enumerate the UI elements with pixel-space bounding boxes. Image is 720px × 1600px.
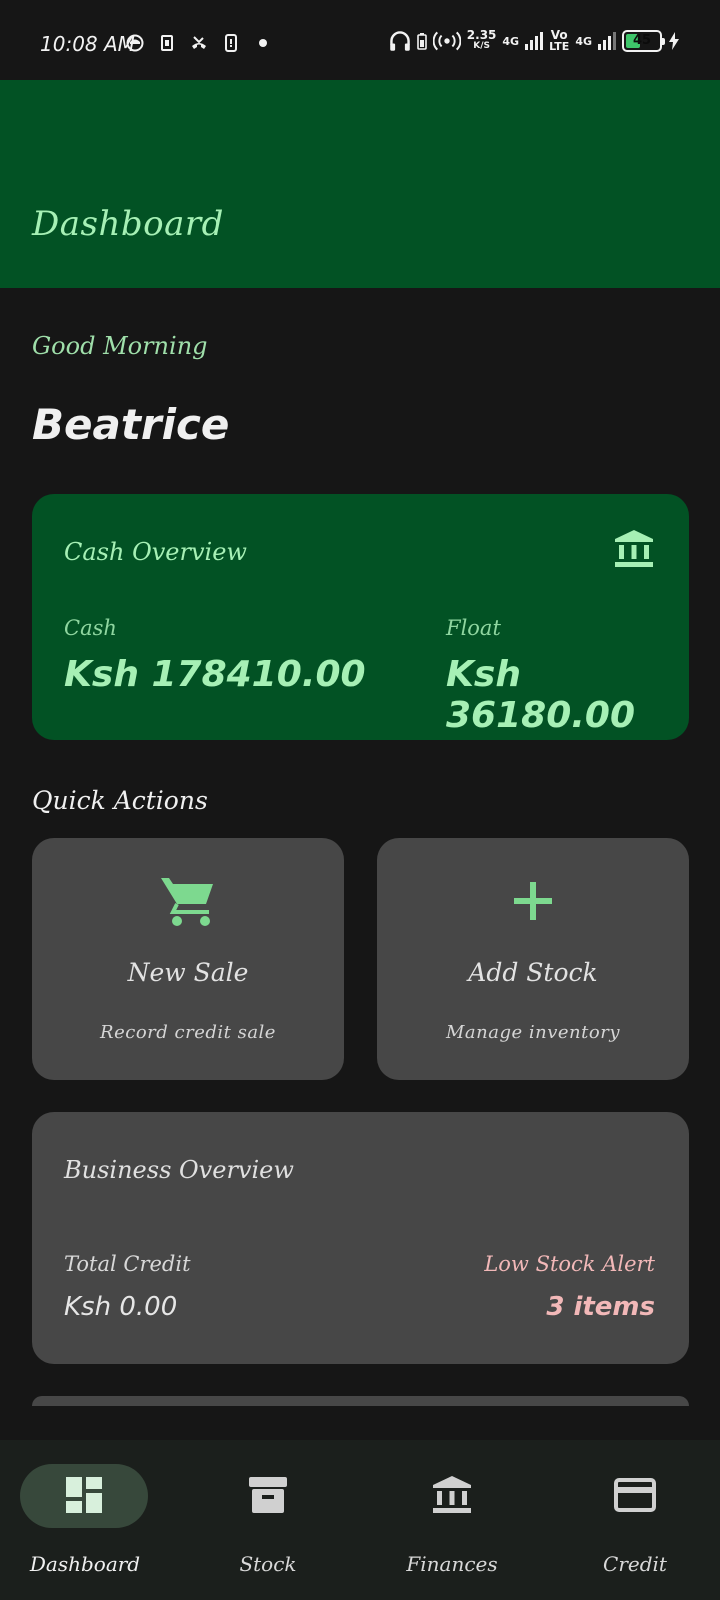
hotspot-icon: [432, 31, 461, 51]
nav-label-stock: Stock: [239, 1552, 297, 1576]
total-credit-value: Ksh 0.00: [64, 1292, 178, 1322]
sim-icon: [161, 35, 173, 51]
nav-label-finances: Finances: [406, 1552, 498, 1576]
cash-label: Cash: [64, 616, 117, 640]
network-speed: 2.35 K/S: [466, 28, 497, 52]
status-time: 10:08 AM: [40, 32, 135, 56]
status-system-icons: 2.35 K/S 4G Vo LTE 4G 45: [389, 28, 680, 53]
nav-item-dashboard[interactable]: Dashboard: [0, 1440, 180, 1600]
cash-overview-card[interactable]: Cash Overview Cash Ksh 178410.00 Float K…: [32, 494, 689, 740]
greeting-text: Good Morning: [32, 332, 208, 360]
low-stock-label: Low Stock Alert: [484, 1252, 655, 1276]
next-card-peek: [32, 1396, 689, 1406]
battery-icon: 45: [622, 30, 665, 52]
battery-level: 45: [632, 33, 652, 48]
headphones-icon: [390, 31, 410, 51]
signal-bars-1-icon: [525, 32, 544, 50]
credit-card-icon: [614, 1478, 656, 1512]
nav-item-credit[interactable]: Credit: [545, 1440, 720, 1600]
nav-item-finances[interactable]: Finances: [362, 1440, 542, 1600]
network-speed-value: 2.35: [466, 28, 497, 42]
business-overview-card[interactable]: Business Overview Total Credit Ksh 0.00 …: [32, 1112, 689, 1364]
phone-alert-icon: [225, 34, 237, 52]
top-app-bar: Dashboard: [0, 80, 720, 288]
nav-label-dashboard: Dashboard: [29, 1552, 141, 1576]
nav-item-stock[interactable]: Stock: [178, 1440, 358, 1600]
charging-bolt-icon: [669, 32, 679, 50]
float-value: Ksh 36180.00: [446, 654, 636, 736]
dot-icon: [259, 39, 267, 47]
nav-label-credit: Credit: [603, 1552, 667, 1576]
add-stock-label: Add Stock: [468, 958, 598, 987]
status-notification-icons: [126, 34, 272, 52]
bank-icon: [615, 530, 653, 567]
cash-overview-title: Cash Overview: [64, 538, 247, 566]
cash-value: Ksh 178410.00: [64, 654, 366, 695]
add-stock-subtitle: Manage inventory: [446, 1022, 620, 1043]
plus-icon: [514, 882, 552, 920]
bank-icon: [433, 1476, 471, 1513]
new-sale-label: New Sale: [127, 958, 249, 987]
page-title: Dashboard: [32, 204, 224, 244]
new-sale-button[interactable]: New Sale Record credit sale: [32, 838, 344, 1080]
float-label: Float: [446, 616, 501, 640]
network-type-2: 4G: [575, 34, 592, 48]
volte-bottom: LTE: [549, 40, 570, 53]
low-stock-value[interactable]: 3 items: [546, 1292, 655, 1322]
bottom-navigation: Dashboard Stock Finances Credit: [0, 1440, 720, 1600]
status-bar: 10:08 AM 2.35 K/S 4G Vo LTE 4G 45: [0, 0, 720, 80]
total-credit-label: Total Credit: [64, 1252, 191, 1276]
add-stock-button[interactable]: Add Stock Manage inventory: [377, 838, 689, 1080]
network-speed-unit: K/S: [473, 41, 490, 51]
app-notification-icon: [126, 34, 144, 52]
signal-bars-2-icon: [598, 32, 616, 50]
cart-icon: [161, 878, 213, 926]
archive-icon: [249, 1477, 287, 1513]
dashboard-icon: [66, 1477, 102, 1513]
missed-call-icon: [192, 36, 206, 49]
business-overview-title: Business Overview: [64, 1156, 294, 1184]
quick-actions-title: Quick Actions: [32, 786, 208, 815]
battery-small-icon: [416, 33, 427, 50]
new-sale-subtitle: Record credit sale: [100, 1022, 276, 1043]
user-name: Beatrice: [32, 400, 230, 449]
network-type-1: 4G: [502, 34, 520, 48]
volte-indicator: Vo LTE: [549, 29, 570, 53]
